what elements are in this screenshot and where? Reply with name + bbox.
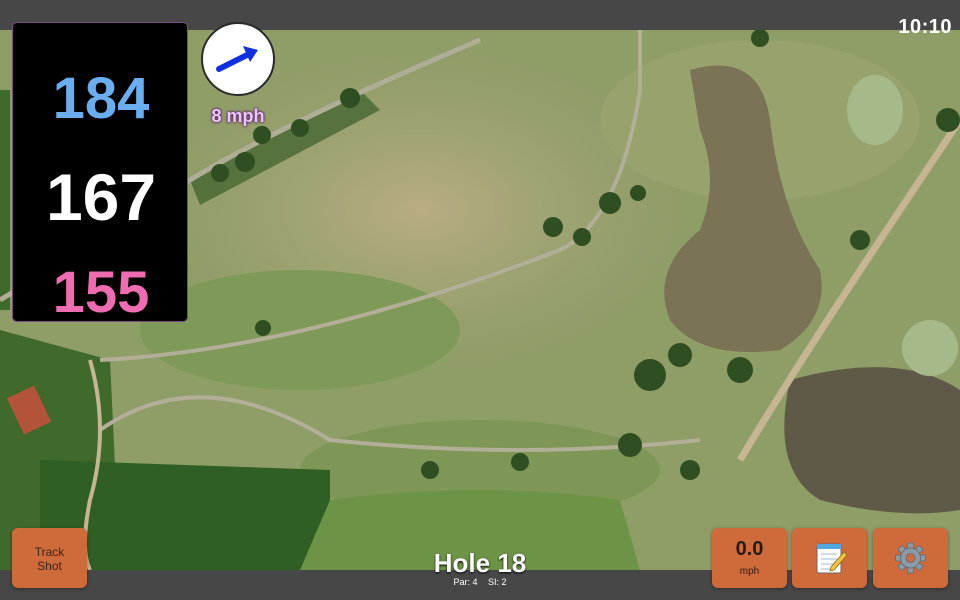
wind-indicator bbox=[201, 22, 275, 96]
settings-button[interactable] bbox=[873, 528, 948, 588]
track-shot-button[interactable]: Track Shot bbox=[12, 528, 87, 588]
distance-middle: 167 bbox=[45, 160, 157, 234]
notepad-icon bbox=[816, 543, 848, 574]
wind-speed: 8 mph bbox=[211, 106, 265, 126]
hole-title: Hole 18 bbox=[433, 548, 527, 578]
hole-par: Par: 4 bbox=[453, 577, 478, 587]
wind-arrow-icon bbox=[216, 46, 258, 72]
speed-value: 0.0 bbox=[735, 538, 764, 560]
speed-button[interactable]: 0.0 mph bbox=[712, 528, 787, 588]
hole-stroke-index: SI: 2 bbox=[488, 577, 507, 587]
track-shot-label-line2: Shot bbox=[37, 559, 62, 573]
notes-button[interactable] bbox=[792, 528, 867, 588]
distance-back: 184 bbox=[52, 66, 150, 131]
speed-unit: mph bbox=[739, 566, 760, 577]
gear-icon bbox=[895, 542, 926, 574]
hole-info: Par: 4 SI: 2 bbox=[380, 577, 580, 587]
distance-panel: 184 167 155 bbox=[12, 22, 188, 325]
clock: 10:10 bbox=[898, 16, 952, 38]
distance-front: 155 bbox=[52, 260, 150, 325]
track-shot-label-line1: Track bbox=[34, 545, 65, 559]
